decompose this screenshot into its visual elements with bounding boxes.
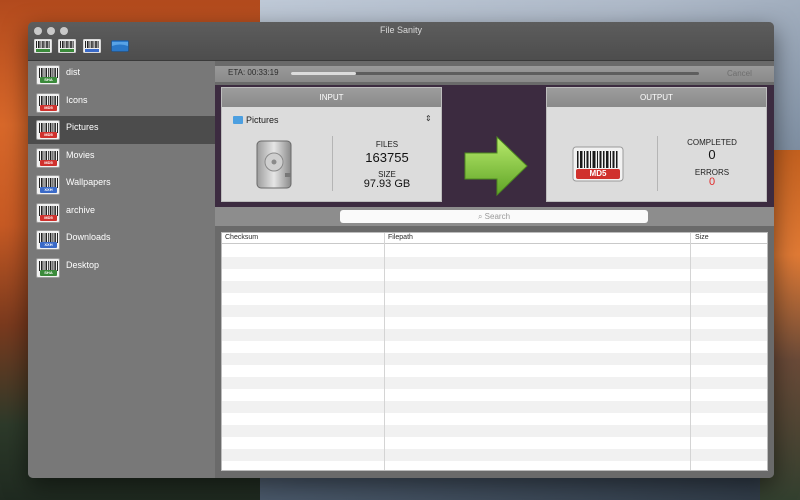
sidebar: SHA dist MD5 Icons MD5 Pictures MD5 Movies XXH Wa… (28, 61, 215, 478)
table-row[interactable] (222, 305, 767, 317)
sidebar-item[interactable]: XXH Wallpapers (28, 171, 215, 199)
progress-bar (291, 72, 699, 75)
table-row[interactable] (222, 401, 767, 413)
column-checksum[interactable]: Checksum (225, 234, 258, 241)
barcode-icon: XXH (36, 175, 60, 195)
column-filepath[interactable]: Filepath (388, 234, 413, 241)
progress-fill (291, 72, 357, 75)
hard-drive-icon (255, 140, 295, 195)
column-divider (384, 233, 385, 470)
errors-value: 0 (708, 176, 716, 188)
table-row[interactable] (222, 461, 767, 470)
barcode-tag: XXH (40, 242, 57, 248)
eta-label: ETA: 00:33:19 (228, 68, 279, 77)
divider (332, 136, 333, 191)
table-row[interactable] (222, 413, 767, 425)
input-panel: INPUT Pictures ⇕ FILES 163755 SIZE 97.93… (221, 87, 442, 202)
barcode-tag: MD5 (40, 214, 57, 221)
search-input[interactable]: ⌕ Search (340, 210, 648, 223)
table-row[interactable] (222, 353, 767, 365)
barcode-tag: SHA (40, 77, 57, 83)
table-row[interactable] (222, 293, 767, 305)
completed-value: 0 (708, 147, 716, 162)
window-title: File Sanity (379, 25, 423, 35)
sidebar-item-label: Wallpapers (66, 177, 111, 187)
sidebar-item[interactable]: XXH Downloads (28, 226, 215, 254)
output-panel: OUTPUT MD5 COMPLETED 0 ERRORS 0 (546, 87, 767, 202)
search-strip: ⌕ Search (215, 207, 774, 226)
sidebar-item[interactable]: MD5 Movies (28, 144, 215, 172)
source-select[interactable]: Pictures (233, 115, 279, 125)
md5-badge-text: MD5 (589, 169, 607, 178)
barcode-icon: SHA (36, 65, 60, 85)
table-row[interactable] (222, 245, 767, 257)
table-header: Checksum Filepath Size (222, 233, 767, 244)
barcode-icon: MD5 (36, 147, 60, 168)
screen-icon[interactable] (111, 39, 129, 53)
barcode-icon: MD5 (36, 202, 60, 223)
arrow-right-icon (459, 135, 533, 202)
column-divider (690, 233, 691, 470)
table-row[interactable] (222, 365, 767, 377)
barcode-xxh-icon[interactable] (82, 38, 102, 54)
files-label: FILES (375, 140, 399, 149)
table-row[interactable] (222, 425, 767, 437)
sidebar-item-label: Movies (66, 149, 95, 160)
table-row[interactable] (222, 437, 767, 449)
sidebar-item[interactable]: MD5 archive (28, 199, 215, 227)
barcode-tag: MD5 (40, 104, 57, 111)
folder-icon (233, 116, 243, 124)
sidebar-item-label: Downloads (66, 232, 111, 242)
app-window: File Sanity SHA dist MD5 Icons MD5 Pictures MD… (28, 22, 774, 478)
barcode-tag: MD5 (40, 132, 57, 138)
sidebar-item[interactable]: SHA dist (28, 61, 215, 89)
divider (657, 136, 658, 191)
chevron-updown-icon[interactable]: ⇕ (425, 114, 432, 123)
source-select-value: Pictures (246, 115, 279, 125)
column-size[interactable]: Size (695, 234, 709, 241)
files-value: 163755 (365, 150, 409, 165)
barcode-tag: XXH (40, 187, 57, 193)
barcode-tag: SHA (40, 269, 57, 276)
search-icon: ⌕ (477, 212, 483, 221)
table-row[interactable] (222, 281, 767, 293)
barcode-icon: MD5 (36, 92, 60, 113)
cancel-button[interactable]: Cancel (727, 69, 752, 78)
barcode-tag: MD5 (40, 159, 57, 166)
barcode-icon: MD5 (36, 120, 60, 140)
barcode-icon: SHA (36, 257, 60, 278)
size-value: 97.93 GB (363, 178, 411, 190)
main-panel: ETA: 00:33:19 Cancel INPUT Pictures ⇕ FI… (215, 61, 774, 478)
completed-label: COMPLETED (687, 138, 737, 147)
sidebar-item-label: Icons (66, 94, 88, 105)
transfer-stage: INPUT Pictures ⇕ FILES 163755 SIZE 97.93… (215, 85, 774, 207)
table-row[interactable] (222, 269, 767, 281)
sidebar-item-label: archive (66, 204, 96, 215)
sidebar-item-label: dist (66, 67, 81, 77)
table-row[interactable] (222, 449, 767, 461)
barcode-sha-icon[interactable] (33, 38, 53, 54)
table-row[interactable] (222, 377, 767, 389)
table-row[interactable] (222, 389, 767, 401)
table-row[interactable] (222, 341, 767, 353)
table-row[interactable] (222, 317, 767, 329)
table-row[interactable] (222, 257, 767, 269)
titlebar: File Sanity (28, 22, 774, 61)
sidebar-item[interactable]: SHA Desktop (28, 254, 215, 282)
sidebar-item[interactable]: MD5 Pictures (28, 116, 215, 144)
barcode-md5-icon: MD5 (572, 146, 624, 187)
sidebar-item-label: Pictures (66, 122, 99, 132)
barcode-sha-icon[interactable] (57, 38, 77, 54)
sidebar-item-label: Desktop (66, 259, 100, 270)
results-table[interactable]: Checksum Filepath Size (221, 232, 768, 471)
search-placeholder: Search (484, 212, 511, 221)
barcode-icon: XXH (36, 230, 60, 250)
eta-bar: ETA: 00:33:19 Cancel (215, 66, 774, 82)
table-row[interactable] (222, 329, 767, 341)
output-header: OUTPUT (547, 88, 766, 107)
input-header: INPUT (222, 88, 441, 107)
sidebar-item[interactable]: MD5 Icons (28, 89, 215, 117)
